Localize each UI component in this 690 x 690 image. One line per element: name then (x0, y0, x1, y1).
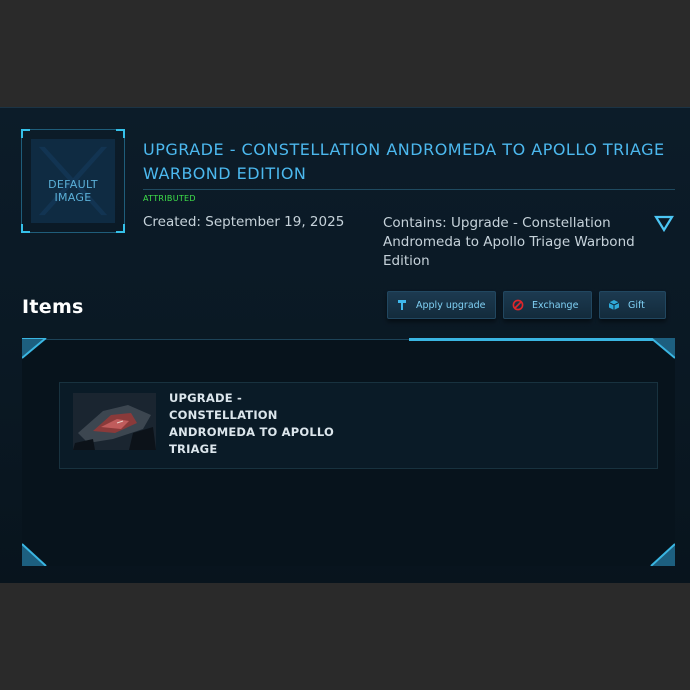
status-badge: ATTRIBUTED (143, 194, 196, 203)
chevron-down-icon (654, 215, 674, 233)
pledge-panel: DEFAULT IMAGE UPGRADE - CONSTELLATION AN… (0, 107, 690, 584)
items-container-accent (409, 338, 664, 341)
corner-decoration (116, 224, 125, 233)
default-image: DEFAULT IMAGE (21, 129, 125, 233)
contains-text: Contains: Upgrade - Constellation Androm… (383, 215, 635, 269)
items-heading: Items (22, 296, 84, 318)
default-image-line2: IMAGE (54, 191, 92, 204)
apply-upgrade-label: Apply upgrade (416, 299, 486, 311)
no-entry-icon (512, 299, 524, 311)
exchange-label: Exchange (532, 299, 579, 311)
corner-decoration-tr (650, 338, 675, 359)
expand-button[interactable] (654, 214, 674, 234)
gift-button[interactable]: Gift (599, 291, 666, 319)
corner-decoration-bl (22, 543, 47, 566)
default-image-inner: DEFAULT IMAGE (31, 139, 115, 223)
corner-decoration (21, 224, 30, 233)
apply-upgrade-button[interactable]: Apply upgrade (387, 291, 496, 319)
ship-thumbnail (73, 393, 156, 450)
page-footer-band (0, 583, 690, 690)
item-name: UPGRADE - CONSTELLATION ANDROMEDA TO APO… (169, 391, 335, 456)
default-image-label: DEFAULT IMAGE (31, 178, 115, 204)
corner-decoration (21, 129, 30, 138)
gift-cube-icon (608, 299, 620, 311)
corner-decoration-tl (22, 338, 47, 359)
corner-decoration (116, 129, 125, 138)
upgrade-arrow-icon (396, 299, 408, 311)
pledge-title: UPGRADE - CONSTELLATION ANDROMEDA TO APO… (143, 140, 665, 183)
default-image-line1: DEFAULT (48, 178, 98, 191)
exchange-button[interactable]: Exchange (503, 291, 592, 319)
created-date: Created: September 19, 2025 (143, 214, 345, 230)
title-divider (143, 189, 675, 190)
list-item[interactable]: UPGRADE - CONSTELLATION ANDROMEDA TO APO… (59, 382, 658, 469)
gift-label: Gift (628, 299, 645, 311)
corner-decoration-br (650, 543, 675, 566)
